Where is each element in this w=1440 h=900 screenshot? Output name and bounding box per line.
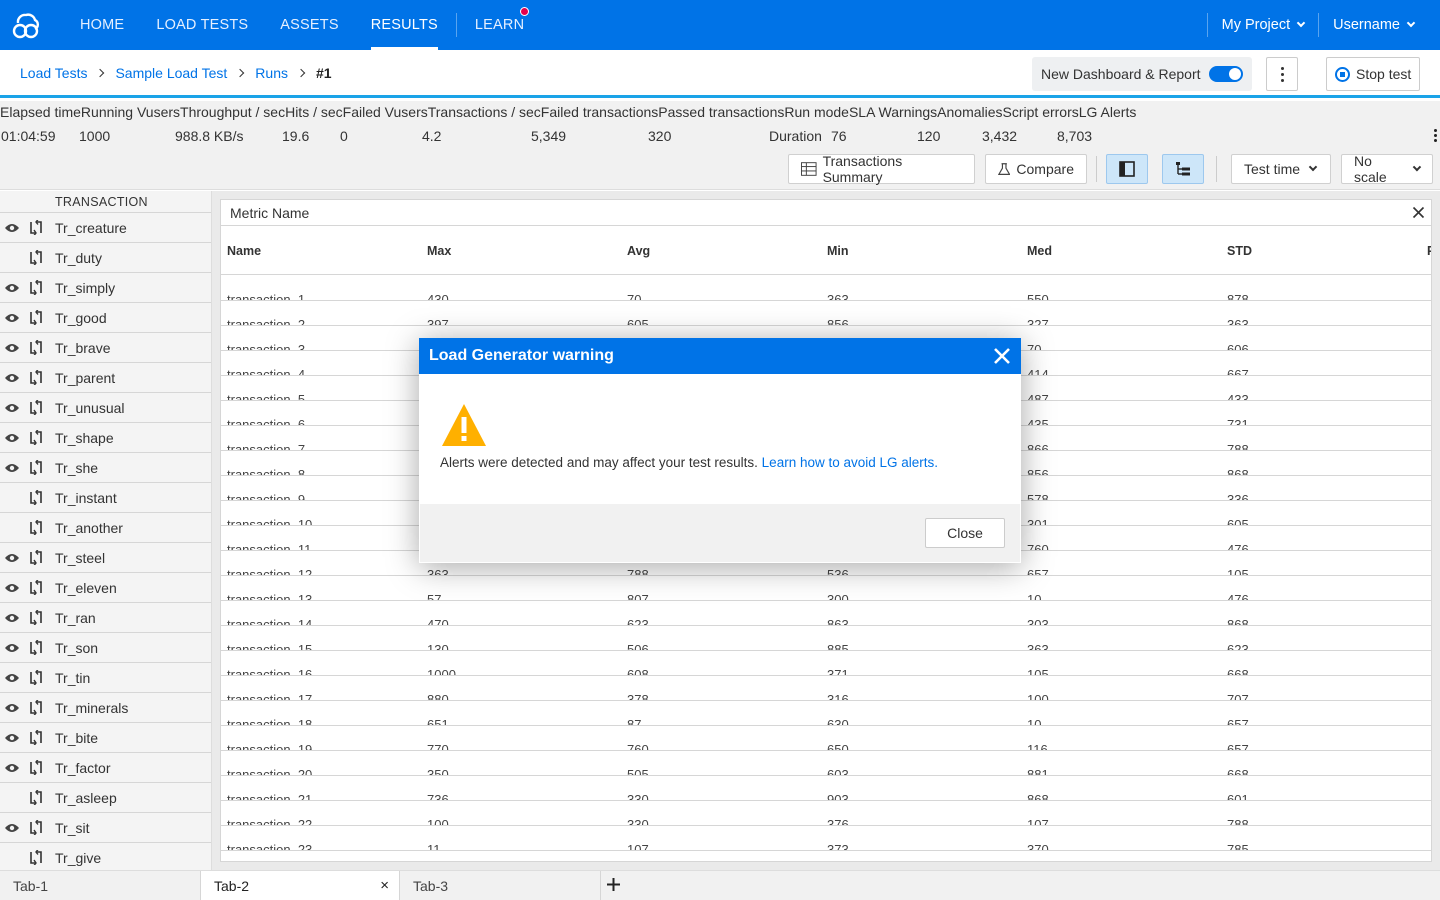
close-icon[interactable] <box>993 347 1011 365</box>
lg-alerts-help-link[interactable]: Learn how to avoid LG alerts. <box>762 455 938 470</box>
warning-icon <box>442 404 486 446</box>
dialog-message-text: Alerts were detected and may affect your… <box>440 455 758 470</box>
dialog-header: Load Generator warning <box>419 338 1021 374</box>
lg-warning-dialog: Load Generator warning Alerts were detec… <box>419 338 1021 563</box>
dialog-message: Alerts were detected and may affect your… <box>440 455 938 470</box>
dialog-title: Load Generator warning <box>429 347 614 364</box>
close-button[interactable]: Close <box>925 518 1005 548</box>
dialog-footer: Close <box>420 504 1020 562</box>
modal-overlay: Load Generator warning Alerts were detec… <box>0 0 1440 900</box>
